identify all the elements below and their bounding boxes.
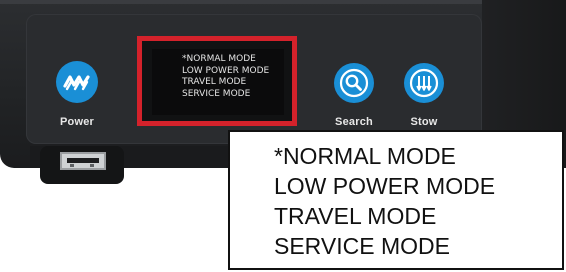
usb-port-housing xyxy=(40,146,124,184)
usb-port xyxy=(60,152,106,170)
power-button-label: Power xyxy=(59,116,94,128)
usb-port-contact xyxy=(90,164,94,167)
search-button-label: Search xyxy=(335,116,373,128)
usb-port-contact xyxy=(70,164,74,167)
lcd-screen: *NORMAL MODE LOW POWER MODE TRAVEL MODE … xyxy=(152,49,284,115)
stow-arrows-icon xyxy=(409,68,439,98)
device-photo: Power *NORMAL MODE LOW POWER MODE TRAVEL… xyxy=(0,0,566,272)
lcd-callout-box: *NORMAL MODE LOW POWER MODE TRAVEL MODE … xyxy=(228,130,564,270)
antenna-signal-icon xyxy=(63,75,90,91)
callout-item-normal: *NORMAL MODE xyxy=(274,143,456,169)
lcd-highlight-frame: *NORMAL MODE LOW POWER MODE TRAVEL MODE … xyxy=(137,36,297,126)
stow-button-label: Stow xyxy=(410,116,438,128)
callout-item-low-power: LOW POWER MODE xyxy=(274,173,496,199)
lcd-menu-item-service[interactable]: SERVICE MODE xyxy=(182,89,269,101)
lcd-menu-item-low-power[interactable]: LOW POWER MODE xyxy=(182,66,269,78)
power-button[interactable] xyxy=(56,61,98,103)
search-button[interactable] xyxy=(334,63,374,103)
callout-item-travel: TRAVEL MODE xyxy=(274,203,437,229)
callout-mode-list: *NORMAL MODE LOW POWER MODE TRAVEL MODE … xyxy=(274,141,495,261)
lcd-menu-item-travel[interactable]: TRAVEL MODE xyxy=(182,77,269,89)
usb-port-tongue xyxy=(67,158,99,163)
callout-item-service: SERVICE MODE xyxy=(274,233,450,259)
magnifier-icon xyxy=(339,68,369,98)
stow-button[interactable] xyxy=(404,63,444,103)
lcd-menu-item-normal[interactable]: *NORMAL MODE xyxy=(182,54,269,66)
lcd-mode-menu: *NORMAL MODE LOW POWER MODE TRAVEL MODE … xyxy=(182,54,269,100)
